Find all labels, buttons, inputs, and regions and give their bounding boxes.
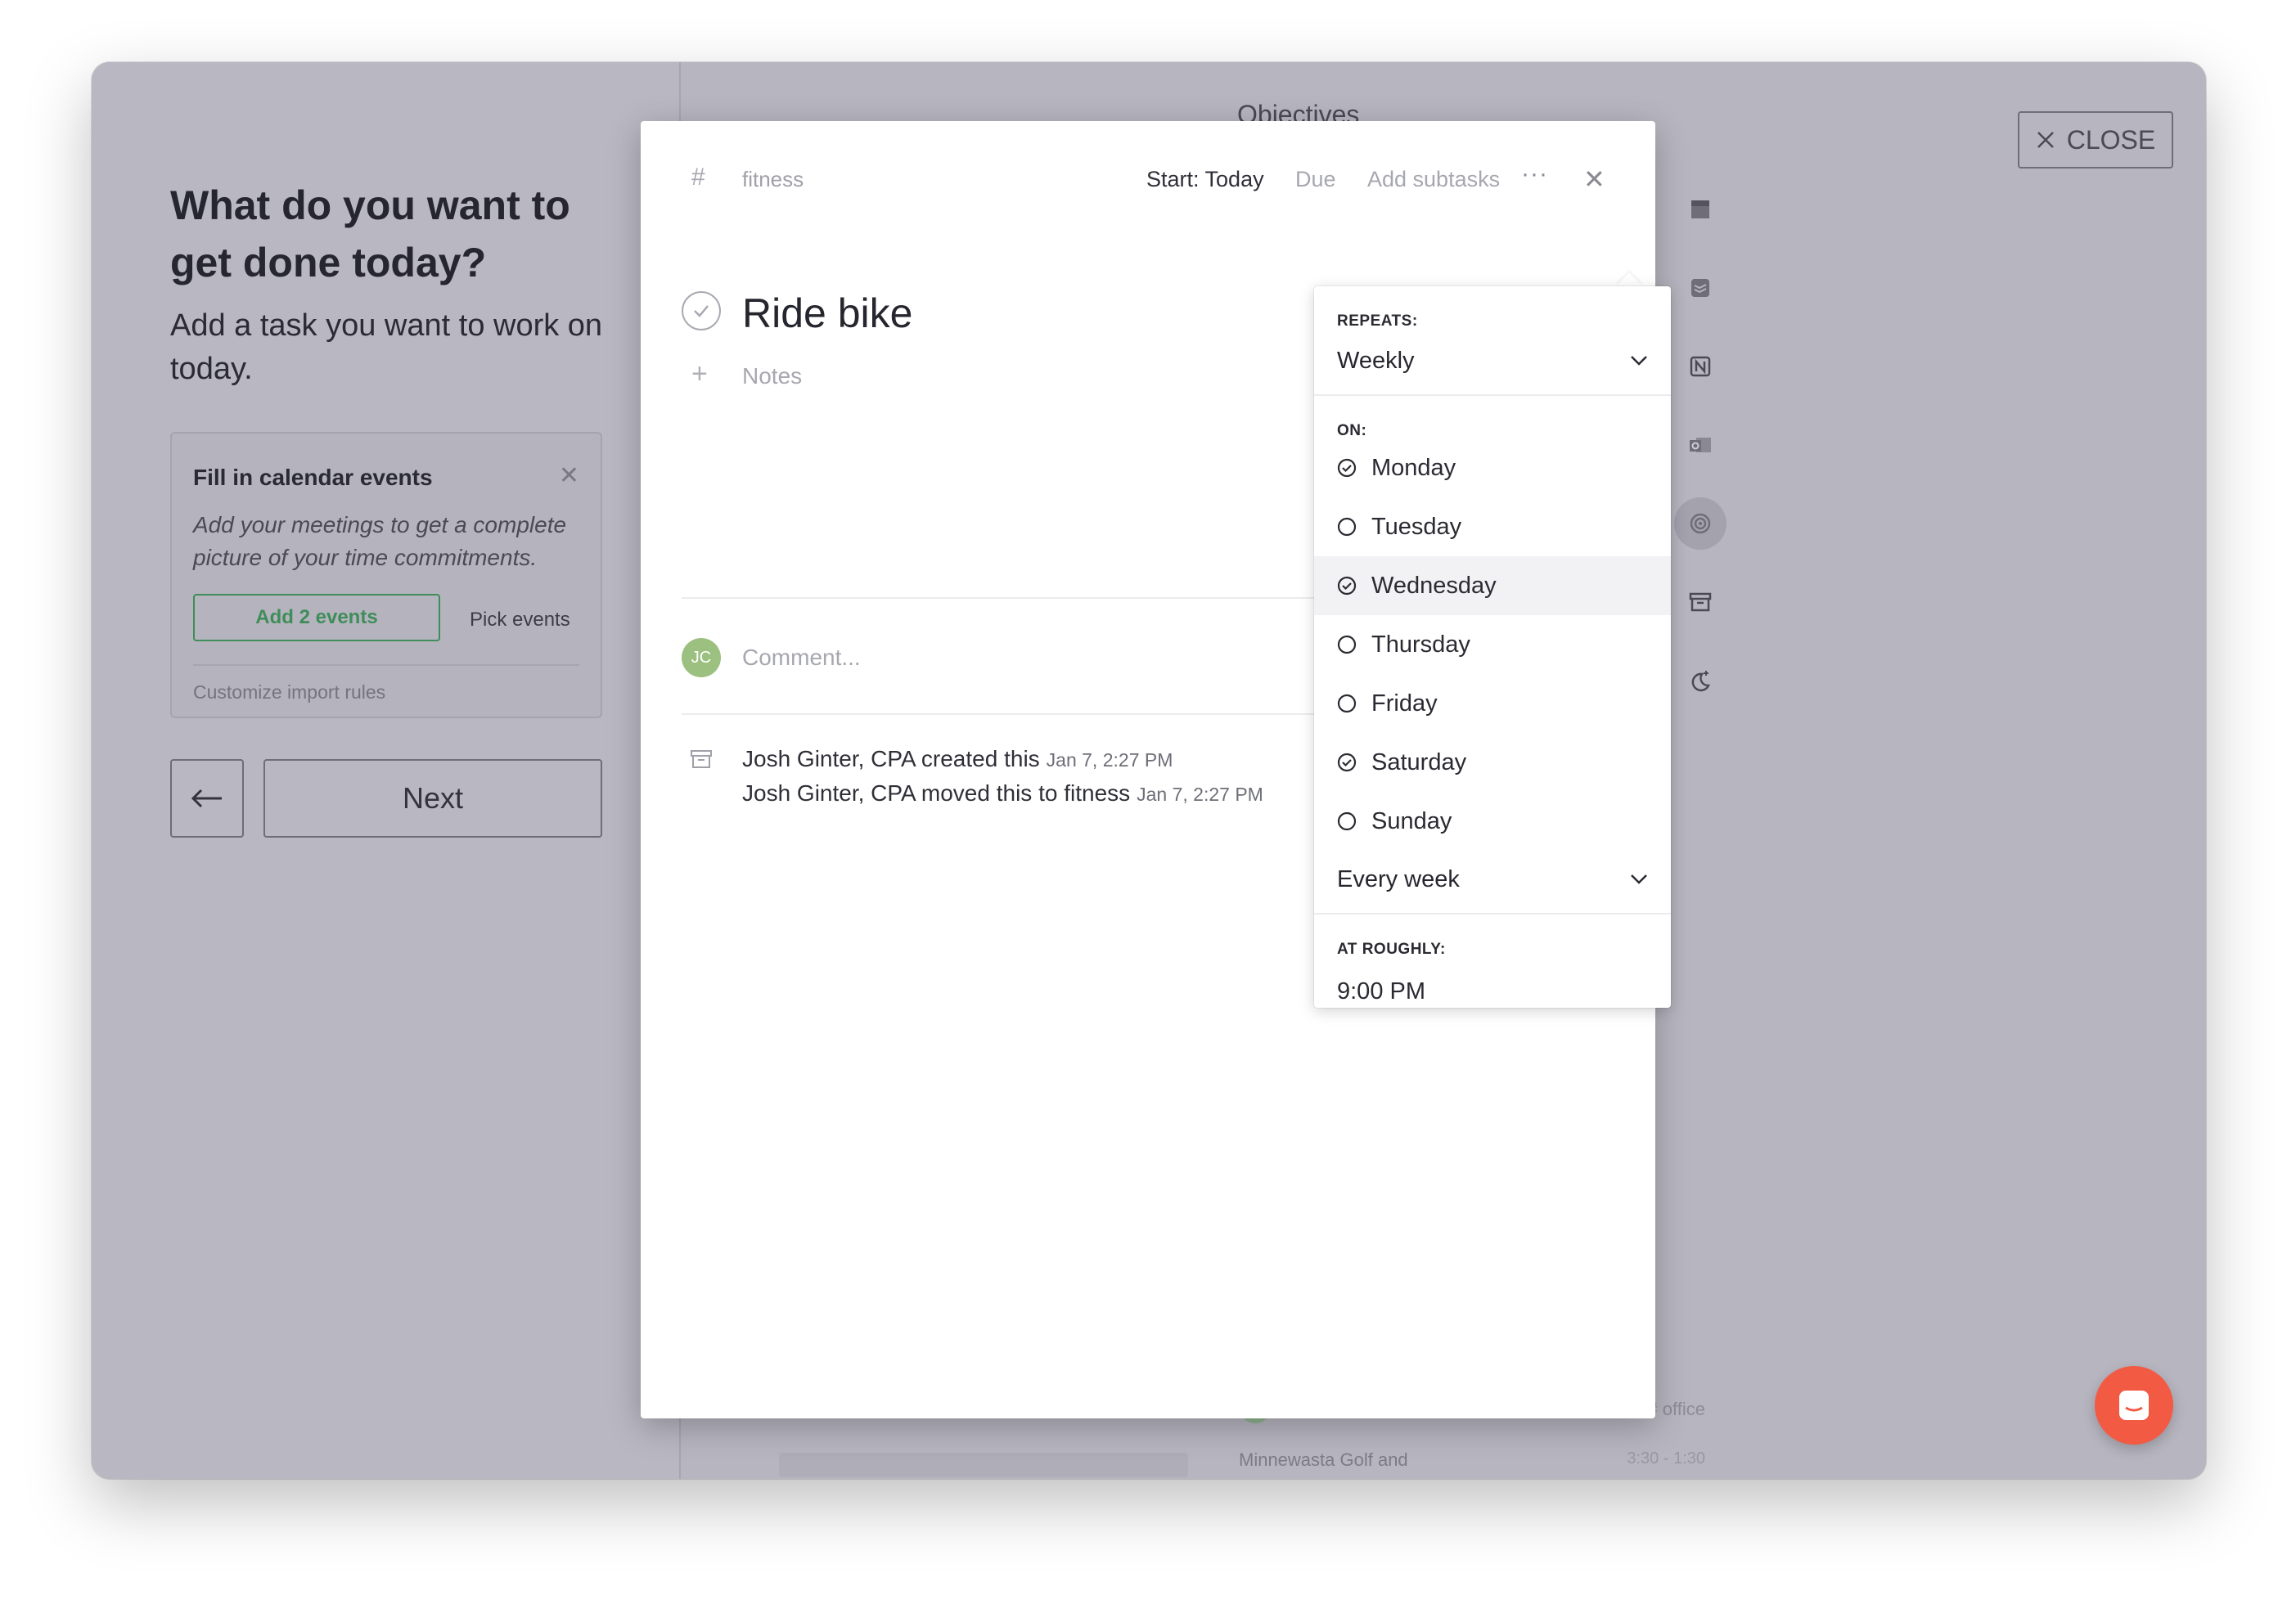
day-label: Tuesday	[1371, 513, 1462, 540]
frequency-value: Weekly	[1337, 347, 1415, 374]
day-option-monday[interactable]: Monday	[1314, 438, 1671, 497]
activity-entry: Josh Ginter, CPA moved this to fitness Ja…	[742, 780, 1263, 807]
on-label: ON:	[1337, 422, 1367, 439]
empty-circle-icon	[1337, 635, 1357, 654]
day-label: Wednesday	[1371, 572, 1497, 599]
objectives-icon[interactable]	[1674, 497, 1727, 550]
activity-text: Josh Ginter, CPA moved this to fitness	[742, 780, 1131, 806]
checked-circle-icon	[1337, 576, 1357, 596]
avatar: JC	[682, 638, 721, 677]
empty-circle-icon	[1337, 694, 1357, 713]
chevron-down-icon	[1631, 874, 1647, 884]
divider	[1314, 394, 1671, 396]
start-date-button[interactable]: Start: Today	[1146, 167, 1264, 192]
repeats-label: REPEATS:	[1337, 312, 1418, 330]
day-label: Saturday	[1371, 748, 1467, 775]
arrow-left-icon	[191, 789, 222, 808]
close-icon[interactable]: ✕	[559, 461, 579, 490]
repeat-settings-dropdown: REPEATS: Weekly ON: Monday Tuesday Wedne…	[1314, 286, 1671, 1008]
notion-icon[interactable]	[1674, 340, 1727, 393]
integrations-sidebar	[1674, 183, 1733, 733]
event-title: Minnewasta Golf and	[1239, 1449, 1408, 1470]
comment-input[interactable]: Comment...	[742, 645, 861, 671]
more-options-icon[interactable]: ···	[1521, 160, 1548, 188]
day-option-friday[interactable]: Friday	[1314, 674, 1671, 733]
outlook-icon[interactable]	[1674, 419, 1727, 471]
tag-label: # office	[1647, 1399, 1705, 1419]
empty-circle-icon	[1337, 517, 1357, 537]
checked-circle-icon	[1337, 458, 1357, 478]
checked-circle-icon	[1337, 753, 1357, 772]
moon-sparkle-icon[interactable]	[1674, 654, 1727, 707]
customize-import-rules-link[interactable]: Customize import rules	[193, 681, 385, 703]
onboarding-pane: What do you want to get done today? Add …	[92, 62, 681, 1479]
project-selector[interactable]: fitness	[742, 167, 804, 192]
event-time: 3:30 - 1:30	[1627, 1449, 1705, 1467]
onboarding-subtitle: Add a task you want to work on today.	[170, 308, 603, 386]
task-complete-checkbox[interactable]	[682, 291, 721, 330]
archive-icon[interactable]	[1674, 576, 1727, 628]
add-subtasks-button[interactable]: Add subtasks	[1367, 167, 1500, 192]
at-roughly-label: AT ROUGHLY:	[1337, 941, 1446, 958]
interval-value: Every week	[1337, 865, 1460, 892]
close-icon[interactable]: ✕	[1583, 164, 1605, 195]
plus-icon[interactable]: +	[691, 358, 708, 390]
divider	[193, 664, 579, 666]
divider	[1314, 913, 1671, 915]
day-label: Sunday	[1371, 807, 1452, 834]
card-description: Add your meetings to get a complete pict…	[193, 512, 567, 570]
day-option-tuesday[interactable]: Tuesday	[1314, 497, 1671, 556]
next-button[interactable]: Next	[263, 759, 602, 838]
support-chat-button[interactable]	[2095, 1366, 2173, 1445]
close-icon	[2037, 132, 2054, 148]
close-onboarding-button[interactable]: CLOSE	[2018, 111, 2173, 169]
day-label: Thursday	[1371, 631, 1470, 658]
activity-entry: Josh Ginter, CPA created this Jan 7, 2:27…	[742, 746, 1173, 772]
day-option-thursday[interactable]: Thursday	[1314, 615, 1671, 674]
calendar-events-card: Fill in calendar events ✕ Add your meeti…	[170, 432, 602, 718]
day-option-wednesday[interactable]: Wednesday	[1314, 556, 1671, 615]
background-task-row	[779, 1453, 1188, 1477]
close-label: CLOSE	[2066, 124, 2156, 155]
due-date-button[interactable]: Due	[1295, 167, 1336, 192]
activity-date: Jan 7, 2:27 PM	[1137, 784, 1263, 805]
notes-field[interactable]: Notes	[742, 363, 802, 389]
archive-box-icon	[691, 750, 712, 768]
activity-date: Jan 7, 2:27 PM	[1046, 749, 1173, 771]
add-events-button[interactable]: Add 2 events	[193, 594, 440, 641]
card-title: Fill in calendar events	[193, 465, 433, 490]
day-option-saturday[interactable]: Saturday	[1314, 733, 1671, 792]
onboarding-title: What do you want to get done today?	[170, 182, 570, 285]
day-label: Friday	[1371, 690, 1438, 717]
app-window: What do you want to get done today? Add …	[92, 62, 2206, 1479]
frequency-select[interactable]: Weekly	[1337, 340, 1648, 381]
empty-circle-icon	[1337, 811, 1357, 831]
hash-icon: #	[691, 164, 705, 191]
back-button[interactable]	[170, 759, 244, 838]
interval-select[interactable]: Every week	[1337, 859, 1648, 900]
pick-events-link[interactable]: Pick events	[470, 609, 570, 631]
activity-text: Josh Ginter, CPA created this	[742, 746, 1040, 771]
day-label: Monday	[1371, 454, 1456, 481]
chevron-down-icon	[1631, 356, 1647, 366]
calendar-app-icon[interactable]	[1674, 183, 1727, 236]
task-title[interactable]: Ride bike	[742, 290, 912, 337]
chat-icon	[2119, 1391, 2149, 1420]
day-option-sunday[interactable]: Sunday	[1314, 792, 1671, 851]
check-icon	[694, 305, 709, 317]
time-select[interactable]: 9:00 PM	[1337, 978, 1425, 1008]
todoist-icon[interactable]	[1674, 262, 1727, 314]
